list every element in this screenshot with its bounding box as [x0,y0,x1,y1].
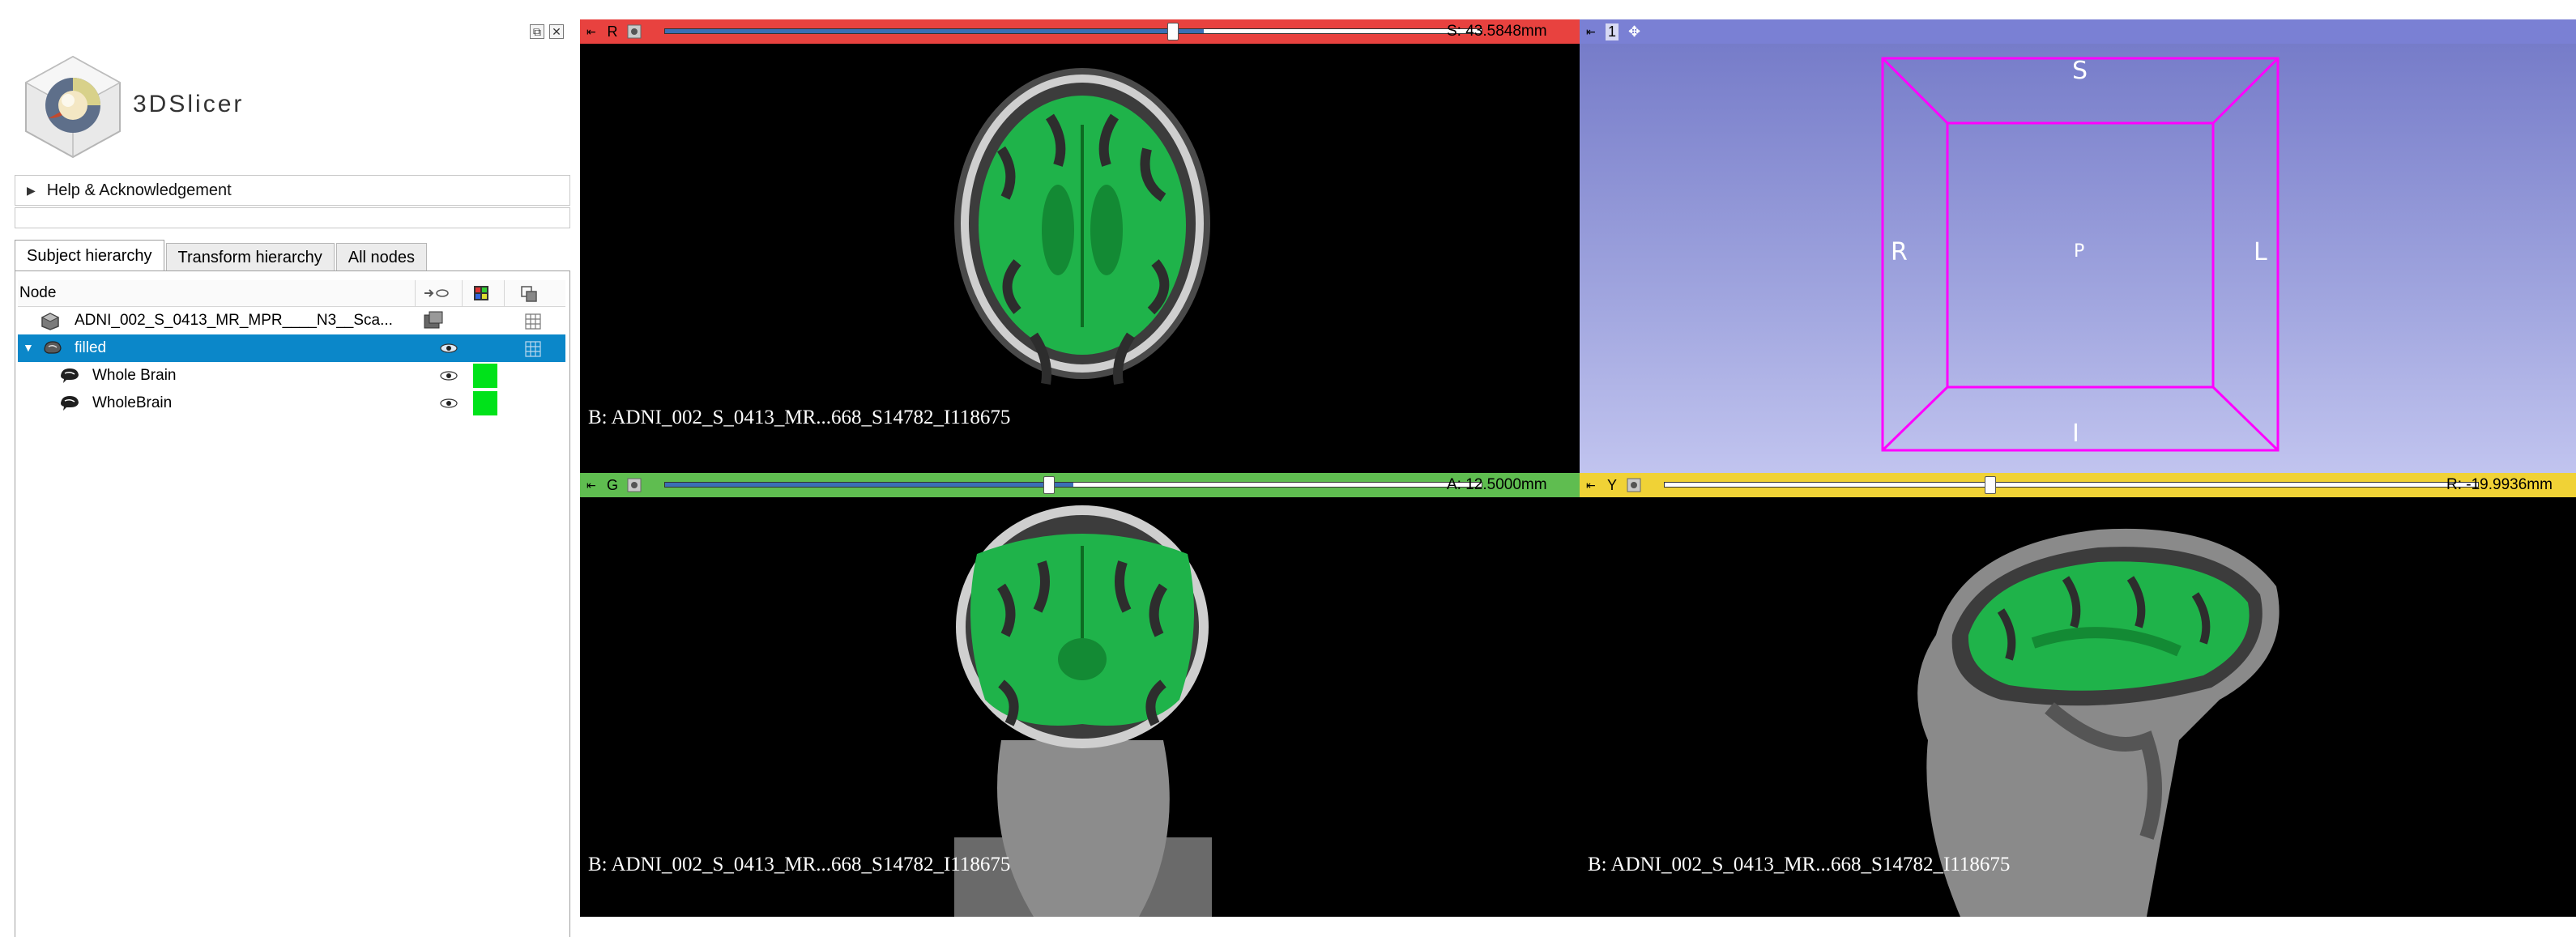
slider-fill [665,29,1205,33]
slicer-logo-icon [24,55,122,159]
collapse-arrow-icon[interactable]: ▼ [23,341,34,354]
help-acknowledgement-section[interactable]: ▶ Help & Acknowledgement [15,175,570,206]
view-letter: G [606,476,618,493]
view-letter: Y [1606,476,1617,493]
slider-thumb[interactable] [1167,23,1179,40]
visibility-eye-icon[interactable] [439,370,458,381]
visibility-eye-icon[interactable] [439,343,458,354]
close-icon: ✕ [552,25,561,38]
volume-icon [41,313,60,330]
yellow-slice-view[interactable]: ⇤ Y R: -19.9936mm B: ADNI_002_S_0413_MR.… [1580,473,2576,917]
view-letter: R [607,23,618,40]
tree-row-volume[interactable]: ADNI_002_S_0413_MR_MPR____N3__Sca... [18,307,565,334]
close-panel-button[interactable]: ✕ [549,24,564,39]
slice-position-value: S: 43.5848mm [1447,23,1547,40]
3d-view[interactable]: ⇤ 1 ✥ S I R L P [1580,19,2576,473]
hierarchy-tabs: Subject hierarchy Transform hierarchy Al… [15,240,429,272]
slider-thumb[interactable] [1985,476,1996,494]
transform-grid-icon[interactable] [525,313,541,330]
orientation-label-posterior: P [2074,241,2085,262]
tab-subject-hierarchy[interactable]: Subject hierarchy [15,240,164,272]
tree-row-label: Whole Brain [92,367,177,384]
slice-position-value: A: 12.5000mm [1447,476,1547,493]
float-icon: ⧉ [533,25,541,38]
segment-icon [61,396,79,411]
tree-row-segment[interactable]: WholeBrain [18,390,565,417]
segmentation-icon [44,341,62,354]
tab-all-nodes[interactable]: All nodes [335,243,428,272]
tab-transform-hierarchy[interactable]: Transform hierarchy [165,243,335,272]
green-slice-view[interactable]: ⇤ G A: 12.5000mm B: ADNI_002_S_0413_MR..… [580,473,1580,917]
segment-color-swatch[interactable] [473,391,497,415]
view-options-icon[interactable] [1627,478,1641,492]
orientation-label-left: L [2254,238,2267,266]
volume-label: B: ADNI_002_S_0413_MR...668_S14782_I1186… [588,854,1011,875]
pin-icon[interactable]: ⇤ [1586,479,1597,491]
slice-offset-slider[interactable] [1664,482,2479,488]
red-slice-controller: ⇤ R S: 43.5848mm [580,19,1580,44]
green-slice-controller: ⇤ G A: 12.5000mm [580,473,1580,497]
yellow-slice-controller: ⇤ Y R: -19.9936mm [1580,473,2576,497]
module-filter-field[interactable] [15,207,570,228]
tree-row-label: filled [75,339,107,356]
slider-thumb[interactable] [1043,476,1055,494]
slice-position-value: R: -19.9936mm [2446,476,2553,493]
tree-header: Node [18,280,565,307]
slider-fill [665,483,1073,487]
orientation-label-inferior: I [2072,420,2079,448]
tree-row-label: ADNI_002_S_0413_MR_MPR____N3__Sca... [75,312,393,329]
orientation-label-superior: S [2072,57,2088,85]
pin-icon[interactable]: ⇤ [586,479,598,491]
visibility-column-icon[interactable] [423,287,450,300]
help-section-label: Help & Acknowledgement [46,181,232,199]
transform-column-icon[interactable] [518,283,540,303]
volume-label: B: ADNI_002_S_0413_MR...668_S14782_I1186… [588,407,1011,428]
slice-offset-slider[interactable] [664,28,1482,34]
expand-arrow-icon: ▶ [27,183,36,197]
view-options-icon[interactable] [627,478,642,492]
color-column-icon[interactable] [473,285,489,301]
subject-hierarchy-tree: Node ADNI_002_S_0413_MR_MPR____N3__Sca..… [18,280,565,417]
app-name: 3DSlicer [133,91,245,117]
scene-view-icon[interactable] [421,310,446,331]
tree-row-label: WholeBrain [92,394,173,411]
pin-icon[interactable]: ⇤ [586,26,598,37]
slice-offset-slider[interactable] [664,482,1482,488]
node-column-header[interactable]: Node [19,284,56,302]
tree-row-segment[interactable]: Whole Brain [18,362,565,390]
volume-label: B: ADNI_002_S_0413_MR...668_S14782_I1186… [1588,854,2011,875]
segment-icon [61,368,79,383]
view-options-icon[interactable] [627,24,642,39]
tree-row-segmentation[interactable]: ▼ filled [18,334,565,362]
transform-grid-icon[interactable] [525,341,541,357]
module-panel: ⧉ ✕ 3DSlicer ▶ Help & Acknowledgement Su… [0,0,577,937]
float-panel-button[interactable]: ⧉ [530,24,544,39]
red-slice-view[interactable]: ⇤ R S: 43.5848mm B: ADNI_002_S_0413_MR..… [580,19,1580,473]
orientation-label-right: R [1891,238,1908,266]
segment-color-swatch[interactable] [473,364,497,388]
visibility-eye-icon[interactable] [439,398,458,409]
